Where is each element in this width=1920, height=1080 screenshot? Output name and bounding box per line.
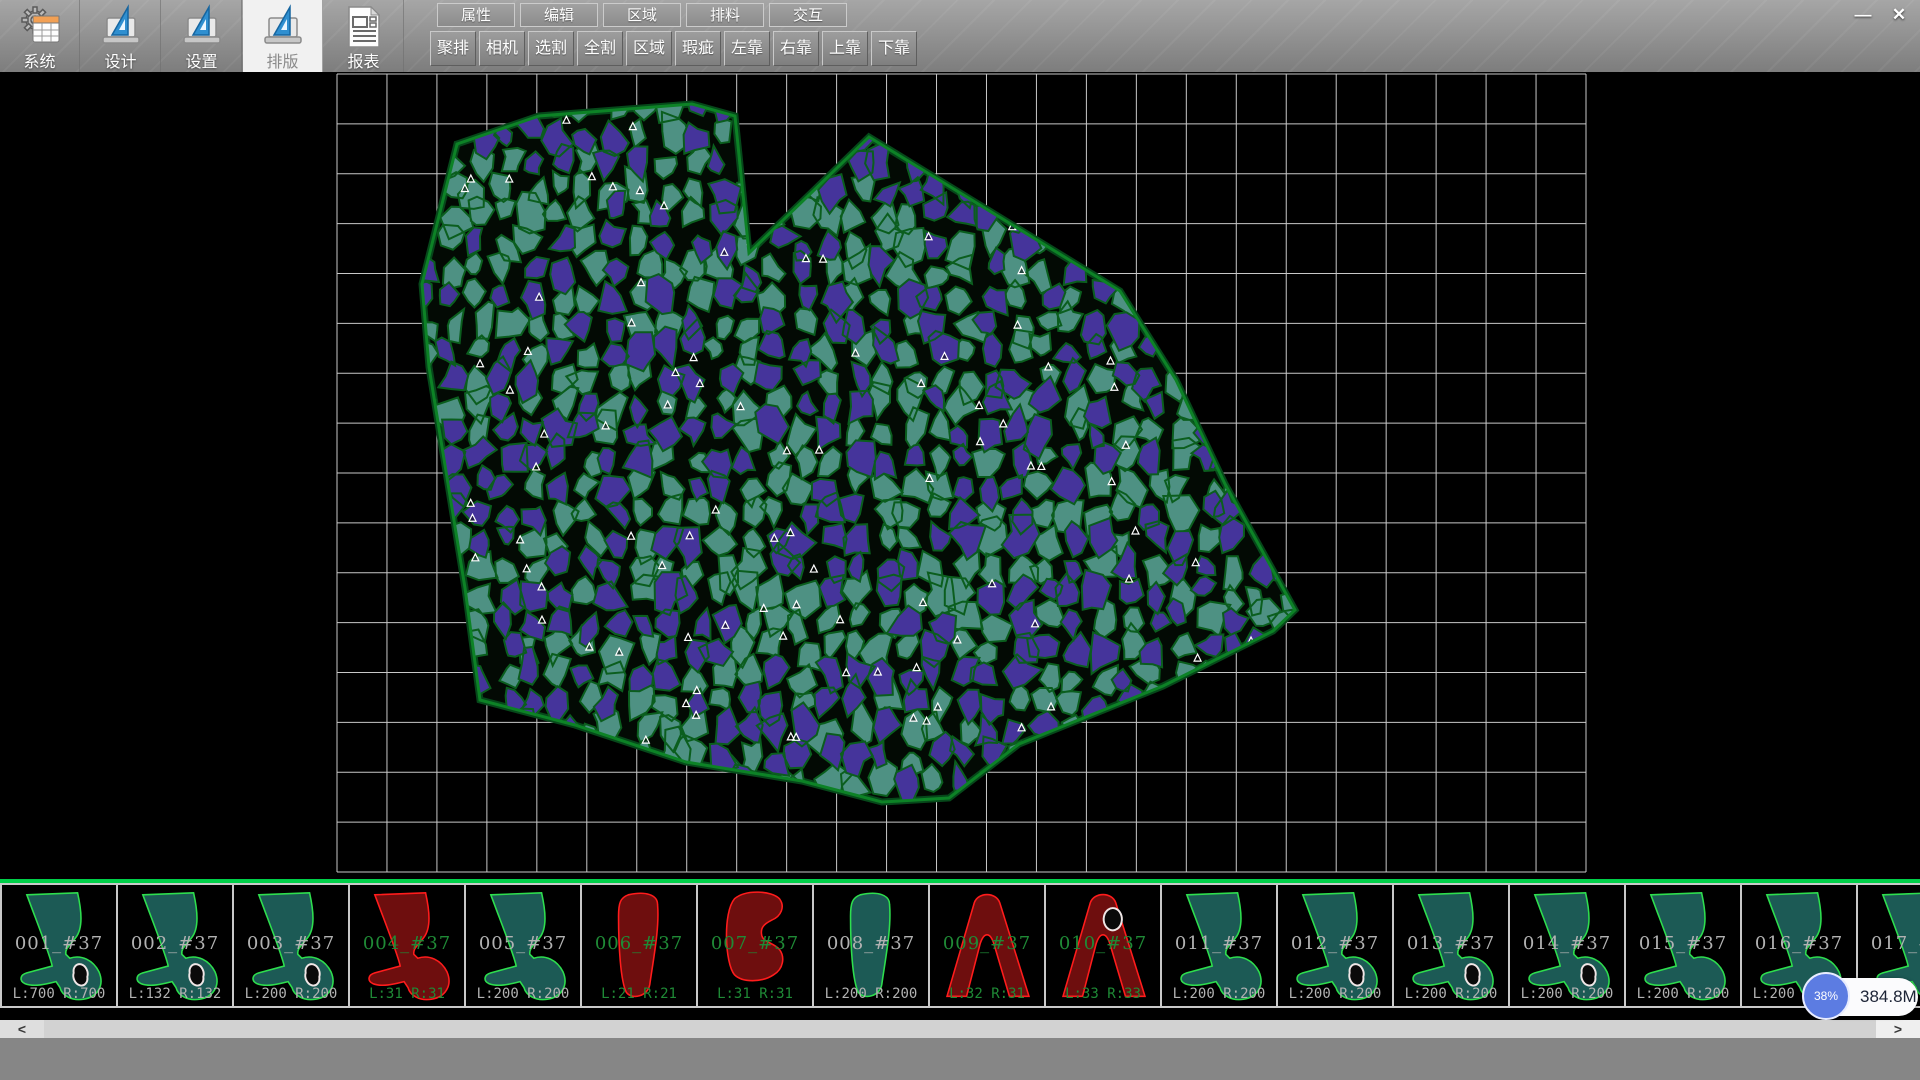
piece-label: 011_#37 [1162, 933, 1276, 954]
piece-thumbnail-008_#37[interactable]: 008_#37 L:200 R:200 [812, 883, 930, 1008]
memory-usage-badge: 38% 384.8M [1802, 972, 1920, 1022]
menu-item-1[interactable]: 编辑 [520, 3, 598, 27]
piece-counts: L:31 R:31 [698, 986, 812, 1002]
piece-counts: L:31 R:31 [350, 986, 464, 1002]
gear-table-icon [17, 4, 63, 50]
horizontal-scrollbar[interactable]: < > [0, 1020, 1920, 1038]
memory-value: 384.8M [1860, 978, 1918, 1016]
piece-thumbnail-015_#37[interactable]: 015_#37 L:200 R:200 [1624, 883, 1742, 1008]
piece-thumbnail-012_#37[interactable]: 012_#37 L:200 R:200 [1276, 883, 1394, 1008]
piece-counts: L:132 R:132 [118, 986, 232, 1002]
scroll-left-arrow-icon[interactable]: < [0, 1020, 44, 1038]
menu-item-3[interactable]: 排料 [686, 3, 764, 27]
piece-label: 015_#37 [1626, 933, 1740, 954]
main-button-nesting[interactable]: 排版 [243, 0, 323, 72]
menu-item-4[interactable]: 交互 [769, 3, 847, 27]
menu-item-0[interactable]: 属性 [437, 3, 515, 27]
piece-label: 001_#37 [2, 933, 116, 954]
nesting-canvas[interactable] [0, 72, 1920, 879]
piece-label: 005_#37 [466, 933, 580, 954]
piece-thumbnail-003_#37[interactable]: 003_#37 L:200 R:200 [232, 883, 350, 1008]
main-button-settings[interactable]: 设置 [162, 0, 242, 72]
piece-counts: L:200 R:200 [234, 986, 348, 1002]
tool-button-4[interactable]: 区域 [626, 31, 672, 66]
tool-button-8[interactable]: 上靠 [822, 31, 868, 66]
main-button-label: 设置 [162, 48, 241, 72]
tool-button-9[interactable]: 下靠 [871, 31, 917, 66]
main-button-label: 排版 [243, 48, 322, 72]
piece-thumbnail-013_#37[interactable]: 013_#37 L:200 R:200 [1392, 883, 1510, 1008]
piece-thumbnail-004_#37[interactable]: 004_#37 L:31 R:31 [348, 883, 466, 1008]
pieces-thumbnail-cells: 001_#37L:700 R:700002_#37L:132 R:132003_… [0, 883, 1920, 1008]
piece-thumbnail-009_#37[interactable]: 009_#37 L:32 R:31 [928, 883, 1046, 1008]
piece-thumbnail-011_#37[interactable]: 011_#37 L:200 R:200 [1160, 883, 1278, 1008]
piece-thumbnail-005_#37[interactable]: 005_#37 L:200 R:200 [464, 883, 582, 1008]
piece-thumbnail-010_#37[interactable]: 010_#37 L:33 R:33 [1044, 883, 1162, 1008]
piece-counts: L:200 R:200 [1394, 986, 1508, 1002]
tool-button-2[interactable]: 选割 [528, 31, 574, 66]
nesting-drawing [0, 72, 1920, 879]
tool-bar: 聚排相机选割全割区域瑕疵左靠右靠上靠下靠 [430, 31, 917, 67]
piece-counts: L:32 R:31 [930, 986, 1044, 1002]
nested-pieces [402, 81, 1311, 809]
status-bar [0, 1038, 1920, 1080]
piece-thumbnail-002_#37[interactable]: 002_#37 L:132 R:132 [116, 883, 234, 1008]
window-controls: — ✕ [1848, 3, 1914, 27]
tool-button-6[interactable]: 左靠 [724, 31, 770, 66]
main-toolbar: 系统设计设置排版报表 属性编辑区域排料交互 聚排相机选割全割区域瑕疵左靠右靠上靠… [0, 0, 1920, 72]
piece-counts: L:200 R:200 [814, 986, 928, 1002]
piece-counts: L:200 R:200 [1162, 986, 1276, 1002]
piece-label: 006_#37 [582, 933, 696, 954]
piece-label: 007_#37 [698, 933, 812, 954]
piece-counts: L:200 R:200 [1626, 986, 1740, 1002]
minimize-button[interactable]: — [1848, 3, 1878, 27]
report-icon [341, 4, 387, 50]
tool-button-7[interactable]: 右靠 [773, 31, 819, 66]
laptop-ruler-icon [98, 4, 144, 50]
pieces-thumbnail-strip: 001_#37L:700 R:700002_#37L:132 R:132003_… [0, 879, 1920, 1020]
main-button-system[interactable]: 系统 [0, 0, 80, 72]
piece-counts: L:33 R:33 [1046, 986, 1160, 1002]
laptop-ruler-icon [260, 4, 306, 50]
piece-label: 016_#37 [1742, 933, 1856, 954]
piece-thumbnail-006_#37[interactable]: 006_#37 L:21 R:21 [580, 883, 698, 1008]
piece-counts: L:21 R:21 [582, 986, 696, 1002]
piece-label: 013_#37 [1394, 933, 1508, 954]
piece-label: 008_#37 [814, 933, 928, 954]
tool-button-1[interactable]: 相机 [479, 31, 525, 66]
main-button-report[interactable]: 报表 [324, 0, 404, 72]
tool-button-5[interactable]: 瑕疵 [675, 31, 721, 66]
main-button-design[interactable]: 设计 [81, 0, 161, 72]
menu-bar: 属性编辑区域排料交互 [437, 3, 847, 28]
piece-label: 003_#37 [234, 933, 348, 954]
progress-percent-circle: 38% [1802, 972, 1850, 1020]
tool-button-0[interactable]: 聚排 [430, 31, 476, 66]
piece-label: 009_#37 [930, 933, 1044, 954]
piece-label: 010_#37 [1046, 933, 1160, 954]
tool-button-3[interactable]: 全割 [577, 31, 623, 66]
piece-label: 014_#37 [1510, 933, 1624, 954]
close-button[interactable]: ✕ [1884, 3, 1914, 27]
piece-label: 004_#37 [350, 933, 464, 954]
menu-item-2[interactable]: 区域 [603, 3, 681, 27]
main-button-label: 报表 [324, 48, 403, 72]
laptop-ruler-icon [179, 4, 225, 50]
piece-label: 002_#37 [118, 933, 232, 954]
main-button-label: 设计 [81, 48, 160, 72]
piece-counts: L:200 R:200 [1278, 986, 1392, 1002]
nesting-app-window: 系统设计设置排版报表 属性编辑区域排料交互 聚排相机选割全割区域瑕疵左靠右靠上靠… [0, 0, 1920, 1080]
piece-counts: L:700 R:700 [2, 986, 116, 1002]
scroll-right-arrow-icon[interactable]: > [1876, 1020, 1920, 1038]
piece-thumbnail-007_#37[interactable]: 007_#37 L:31 R:31 [696, 883, 814, 1008]
piece-thumbnail-014_#37[interactable]: 014_#37 L:200 R:200 [1508, 883, 1626, 1008]
main-button-label: 系统 [0, 48, 79, 72]
piece-counts: L:200 R:200 [1510, 986, 1624, 1002]
piece-label: 012_#37 [1278, 933, 1392, 954]
piece-thumbnail-001_#37[interactable]: 001_#37 L:700 R:700 [0, 883, 118, 1008]
piece-label: 017_#37 [1858, 933, 1920, 954]
piece-counts: L:200 R:200 [466, 986, 580, 1002]
